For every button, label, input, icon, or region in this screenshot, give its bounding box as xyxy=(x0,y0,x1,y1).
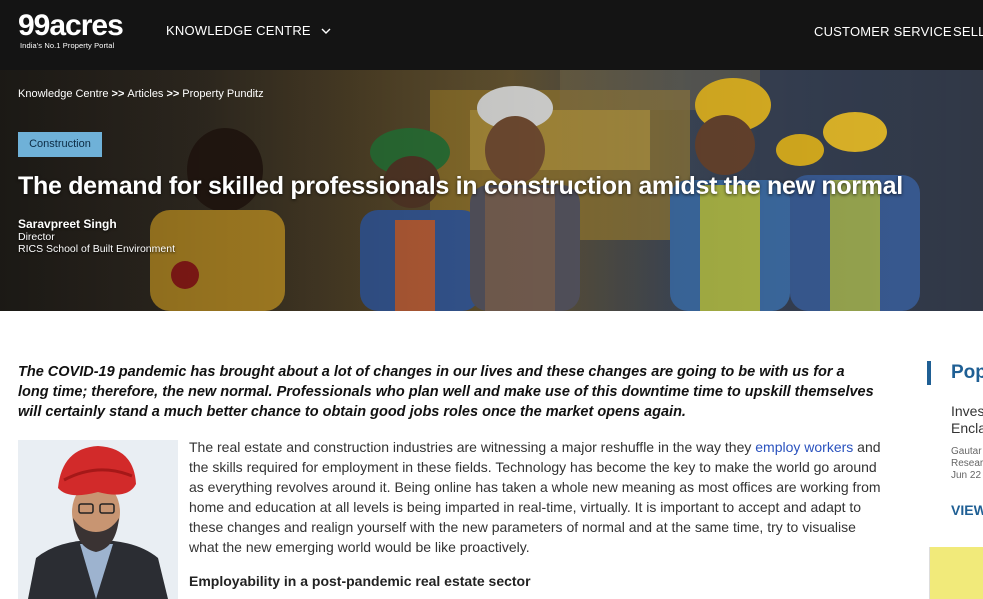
breadcrumb-separator: >> xyxy=(166,88,180,100)
sidebar-accent-bar xyxy=(927,361,931,385)
author-name: Saravpreet Singh xyxy=(18,217,117,231)
sidebar-view-all-link[interactable]: VIEW xyxy=(951,502,983,518)
nav-knowledge-centre[interactable]: KNOWLEDGE CENTRE xyxy=(166,23,331,38)
logo-tagline: India's No.1 Property Portal xyxy=(20,41,115,50)
hero-banner: Knowledge Centre >> Articles >> Property Pun… xyxy=(0,70,983,311)
author-organization: RICS School of Built Environment xyxy=(18,243,175,255)
author-block: Saravpreet Singh Director RICS School of… xyxy=(18,217,175,255)
body-text-segment: The real estate and construction industr… xyxy=(189,439,756,455)
chevron-down-icon xyxy=(321,28,331,34)
author-photo xyxy=(18,440,178,599)
sidebar-meta-role: Resear xyxy=(951,458,983,469)
nav-sell[interactable]: SELL xyxy=(953,24,983,39)
nav-customer-service[interactable]: CUSTOMER SERVICE xyxy=(814,24,952,39)
sidebar-meta-author: Gautar xyxy=(951,446,982,457)
logo-wordmark: 99acres xyxy=(18,9,124,42)
sidebar-heading: Pop xyxy=(951,362,983,383)
breadcrumb: Knowledge Centre >> Articles >> Property Pun… xyxy=(18,88,264,100)
sidebar-article-meta: Gautar Resear Jun 22 xyxy=(951,446,983,482)
nav-knowledge-centre-label: KNOWLEDGE CENTRE xyxy=(166,23,311,38)
breadcrumb-separator: >> xyxy=(111,88,125,100)
author-title: Director xyxy=(18,231,55,243)
breadcrumb-knowledge-centre[interactable]: Knowledge Centre xyxy=(18,88,109,100)
employ-workers-link[interactable]: employ workers xyxy=(755,439,853,455)
article-intro: The COVID-19 pandemic has brought about … xyxy=(18,364,874,420)
category-tag[interactable]: Construction xyxy=(18,132,102,157)
breadcrumb-property-punditz[interactable]: Property Punditz xyxy=(182,88,263,100)
sidebar-article-title[interactable]: Inves Encla xyxy=(951,403,983,437)
breadcrumb-articles[interactable]: Articles xyxy=(127,88,163,100)
top-header: 99acres India's No.1 Property Portal KNO… xyxy=(0,0,983,70)
sidebar-meta-date: Jun 22 xyxy=(951,470,982,481)
section-subheading: Employability in a post-pandemic real es… xyxy=(189,573,531,589)
body-text-segment: and the skills required for employment i… xyxy=(189,439,881,555)
article-body-paragraph: The real estate and construction industr… xyxy=(189,437,889,557)
article-title: The demand for skilled professionals in … xyxy=(18,172,903,200)
site-logo[interactable]: 99acres India's No.1 Property Portal xyxy=(18,9,124,50)
sidebar-ad-banner[interactable] xyxy=(929,547,983,599)
sidebar-article-title-line: Inves xyxy=(951,403,983,419)
sidebar-article-title-line: Encla xyxy=(951,420,983,436)
